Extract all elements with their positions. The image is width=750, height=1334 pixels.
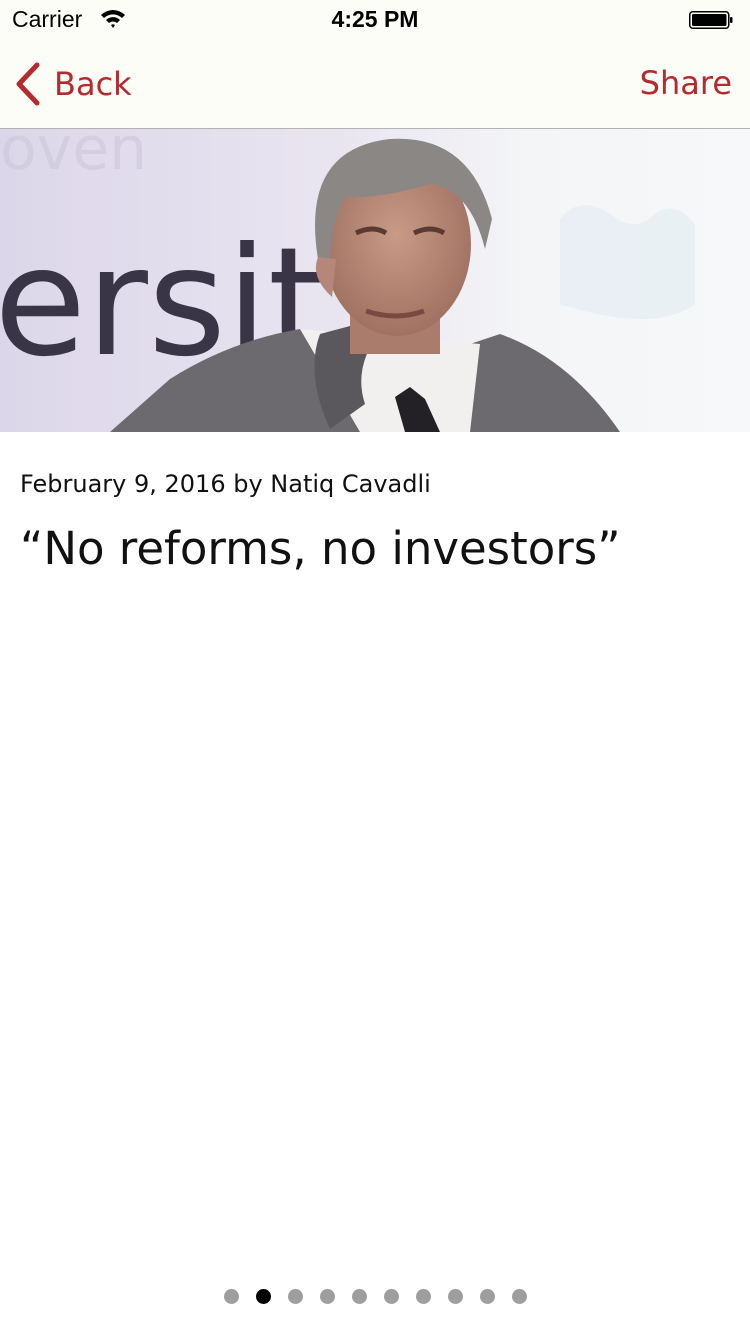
article-hero-image: oven ersit <box>0 129 750 432</box>
back-label: Back <box>54 65 132 103</box>
svg-text:oven: oven <box>0 129 147 184</box>
page-dot[interactable] <box>511 1289 527 1304</box>
speaker-photo: oven ersit <box>0 129 750 432</box>
page-dot[interactable] <box>223 1289 239 1304</box>
page-dot[interactable] <box>383 1289 399 1304</box>
page-dot[interactable] <box>351 1289 367 1304</box>
article-meta: February 9, 2016 by Natiq Cavadli <box>20 470 431 498</box>
navigation-bar: Back Share <box>0 40 750 129</box>
battery-icon <box>689 11 733 29</box>
status-time: 4:25 PM <box>331 6 419 32</box>
page-dot[interactable] <box>287 1289 303 1304</box>
page-indicator[interactable] <box>0 1289 750 1305</box>
status-bar: Carrier 4:25 PM <box>0 0 750 40</box>
share-button[interactable]: Share <box>640 64 732 102</box>
page-dot[interactable] <box>319 1289 335 1304</box>
article-title: “No reforms, no investors” <box>20 522 621 575</box>
page-dot[interactable] <box>447 1289 463 1304</box>
chevron-left-icon <box>16 62 40 106</box>
page-dot[interactable] <box>479 1289 495 1304</box>
back-button[interactable]: Back <box>14 62 132 106</box>
page-dot[interactable] <box>415 1289 431 1304</box>
page-dot[interactable] <box>255 1289 271 1304</box>
